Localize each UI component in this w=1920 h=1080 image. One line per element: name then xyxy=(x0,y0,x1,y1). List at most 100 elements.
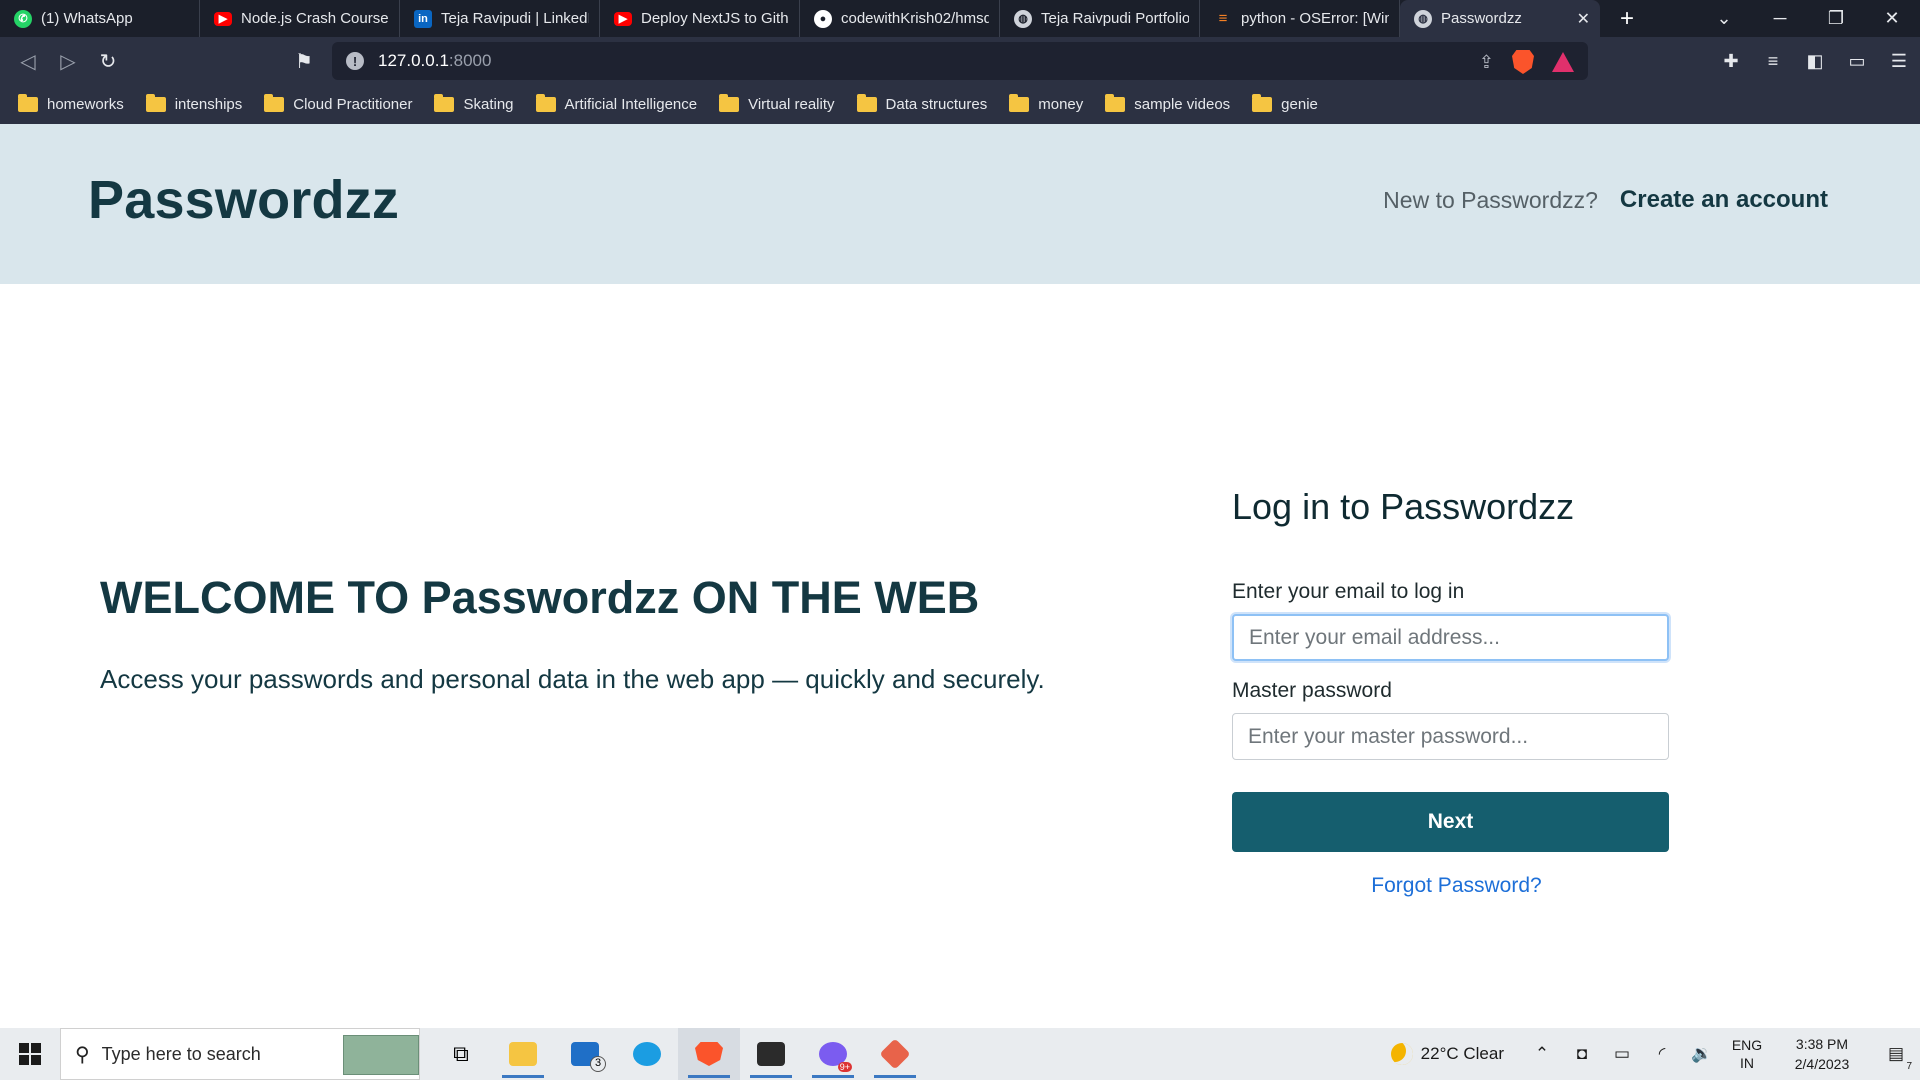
extensions-icon[interactable]: ✚ xyxy=(1710,51,1752,72)
stackoverflow-icon: ≡ xyxy=(1218,10,1228,27)
menu-icon[interactable]: ☰ xyxy=(1878,51,1920,72)
bookmark-label: sample videos xyxy=(1134,96,1231,113)
windows-taskbar: ⚲ Type here to search ⧉ 3 9+ 22°C Clear … xyxy=(0,1028,1920,1080)
forward-icon[interactable]: ▷ xyxy=(48,41,88,81)
site-info-icon[interactable]: ! xyxy=(346,52,364,70)
forgot-password-link[interactable]: Forgot Password? xyxy=(1232,874,1669,898)
bookmark-money[interactable]: money xyxy=(1009,94,1084,113)
rewards-badge: 9 xyxy=(1566,52,1574,60)
tab-label: python - OSError: [Win xyxy=(1241,10,1389,27)
file-explorer-icon[interactable] xyxy=(492,1028,554,1080)
tab-stackoverflow[interactable]: ≡ python - OSError: [Win xyxy=(1200,0,1400,37)
reload-icon[interactable]: ↻ xyxy=(88,41,128,81)
bookmarks-bar: homeworks intenships Cloud Practitioner … xyxy=(0,85,1920,124)
tab-label: Passwordzz xyxy=(1441,10,1522,27)
master-password-field[interactable] xyxy=(1232,713,1669,760)
new-tab-button[interactable]: + xyxy=(1600,0,1654,37)
bookmark-label: Virtual reality xyxy=(748,96,835,113)
window-controls: ⌄ ─ ❐ ✕ xyxy=(1696,0,1920,37)
brave-taskbar-icon[interactable] xyxy=(678,1028,740,1080)
taskbar-search[interactable]: ⚲ Type here to search xyxy=(60,1028,420,1080)
tab-passwordzz[interactable]: ◍ Passwordzz ✕ xyxy=(1400,0,1600,37)
folder-icon xyxy=(434,94,455,112)
share-icon[interactable]: ⇪ xyxy=(1479,52,1494,73)
chat-badge: 9+ xyxy=(837,1062,852,1072)
tab-portfolio[interactable]: ◍ Teja Raivpudi Portfolio xyxy=(1000,0,1200,37)
language-indicator[interactable]: ENG IN xyxy=(1722,1036,1772,1072)
clock-time: 3:38 PM xyxy=(1795,1036,1849,1052)
search-placeholder: Type here to search xyxy=(101,1043,261,1064)
close-window-icon[interactable]: ✕ xyxy=(1864,8,1920,29)
close-tab-icon[interactable]: ✕ xyxy=(1577,9,1590,29)
github-icon: ● xyxy=(814,9,832,28)
tab-deploy-nextjs[interactable]: ▶ Deploy NextJS to Github xyxy=(600,0,800,37)
bookmark-intenships[interactable]: intenships xyxy=(145,94,243,113)
bookmark-skating[interactable]: Skating xyxy=(434,94,514,113)
create-account-link[interactable]: Create an account xyxy=(1620,186,1828,214)
taskbar-apps: ⧉ 3 9+ xyxy=(430,1028,926,1080)
address-bar-actions: ⇪ 9 xyxy=(1479,50,1574,74)
bookmark-genie[interactable]: genie xyxy=(1252,94,1318,113)
url-host: 127.0.0.1 xyxy=(378,51,449,70)
notifications-icon[interactable]: ▤ 7 xyxy=(1872,1044,1920,1072)
email-field[interactable] xyxy=(1232,614,1669,661)
bookmark-homeworks[interactable]: homeworks xyxy=(18,94,124,113)
bookmark-virtual-reality[interactable]: Virtual reality xyxy=(719,94,835,113)
brave-rewards-icon[interactable]: 9 xyxy=(1552,52,1574,72)
back-icon[interactable]: ◁ xyxy=(8,41,48,81)
bookmark-label: Data structures xyxy=(885,96,988,113)
minimize-icon[interactable]: ─ xyxy=(1752,8,1808,29)
mail-badge: 3 xyxy=(590,1056,606,1072)
wallet-icon[interactable]: ▭ xyxy=(1836,51,1878,72)
bookmark-cloud-practitioner[interactable]: Cloud Practitioner xyxy=(264,94,413,113)
bookmark-icon[interactable]: ⚑ xyxy=(284,41,324,81)
brand-logo[interactable]: Passwordzz xyxy=(88,169,399,231)
volume-icon[interactable]: 🔉 xyxy=(1682,1044,1722,1064)
bookmark-sample-videos[interactable]: sample videos xyxy=(1105,94,1231,113)
tab-nodejs-crash-course[interactable]: ▶ Node.js Crash Course T xyxy=(200,0,400,37)
git-icon[interactable] xyxy=(864,1028,926,1080)
tab-label: Node.js Crash Course T xyxy=(241,10,389,27)
bookmark-label: genie xyxy=(1281,96,1318,113)
bookmark-label: Cloud Practitioner xyxy=(293,96,413,113)
wifi-icon[interactable]: ◜ xyxy=(1642,1044,1682,1064)
meet-icon[interactable]: ◘ xyxy=(1562,1044,1602,1064)
tab-whatsapp[interactable]: ✆ (1) WhatsApp xyxy=(0,0,200,37)
tab-label: (1) WhatsApp xyxy=(41,10,133,27)
restore-icon[interactable]: ❐ xyxy=(1808,8,1864,29)
sidebar-icon[interactable]: ◧ xyxy=(1794,51,1836,72)
next-button[interactable]: Next xyxy=(1232,792,1669,852)
start-button[interactable] xyxy=(0,1028,60,1080)
toolbar-actions: ✚ ≡ ◧ ▭ ☰ xyxy=(1710,37,1920,85)
bookmark-artificial-intelligence[interactable]: Artificial Intelligence xyxy=(535,94,698,113)
battery-icon[interactable]: ▭ xyxy=(1602,1044,1642,1064)
globe-icon: ◍ xyxy=(1014,9,1032,28)
mail-icon[interactable]: 3 xyxy=(554,1028,616,1080)
search-highlight-image[interactable] xyxy=(343,1035,419,1075)
url-port: :8000 xyxy=(448,51,492,70)
notification-count: 7 xyxy=(1906,1061,1912,1072)
clock[interactable]: 3:38 PM 2/4/2023 xyxy=(1772,1034,1872,1074)
globe-icon: ◍ xyxy=(1414,9,1432,28)
tab-linkedin[interactable]: in Teja Ravipudi | LinkedIn xyxy=(400,0,600,37)
weather-widget[interactable]: 22°C Clear xyxy=(1390,1043,1504,1065)
bookmark-label: intenships xyxy=(174,96,243,113)
brave-shields-icon[interactable] xyxy=(1512,50,1534,74)
playlist-icon[interactable]: ≡ xyxy=(1752,51,1794,72)
search-icon: ⚲ xyxy=(75,1043,90,1066)
youtube-icon: ▶ xyxy=(614,11,632,26)
tab-search-icon[interactable]: ⌄ xyxy=(1696,8,1752,29)
edge-icon[interactable] xyxy=(616,1028,678,1080)
bookmark-label: Artificial Intelligence xyxy=(564,96,698,113)
bookmark-label: money xyxy=(1038,96,1084,113)
tab-github[interactable]: ● codewithKrish02/hmsd xyxy=(800,0,1000,37)
address-bar[interactable]: ! 127.0.0.1 :8000 ⇪ 9 xyxy=(332,42,1588,80)
chevron-up-icon[interactable]: ⌃ xyxy=(1522,1044,1562,1064)
browser-toolbar: ◁ ▷ ↻ ⚑ ! 127.0.0.1 :8000 ⇪ 9 ✚ ≡ ◧ ▭ ☰ xyxy=(0,37,1920,85)
bookmark-data-structures[interactable]: Data structures xyxy=(856,94,988,113)
task-view-icon[interactable]: ⧉ xyxy=(430,1028,492,1080)
terminal-icon[interactable] xyxy=(740,1028,802,1080)
tab-label: codewithKrish02/hmsd xyxy=(841,10,989,27)
region-code: IN xyxy=(1740,1055,1754,1071)
discord-icon[interactable]: 9+ xyxy=(802,1028,864,1080)
